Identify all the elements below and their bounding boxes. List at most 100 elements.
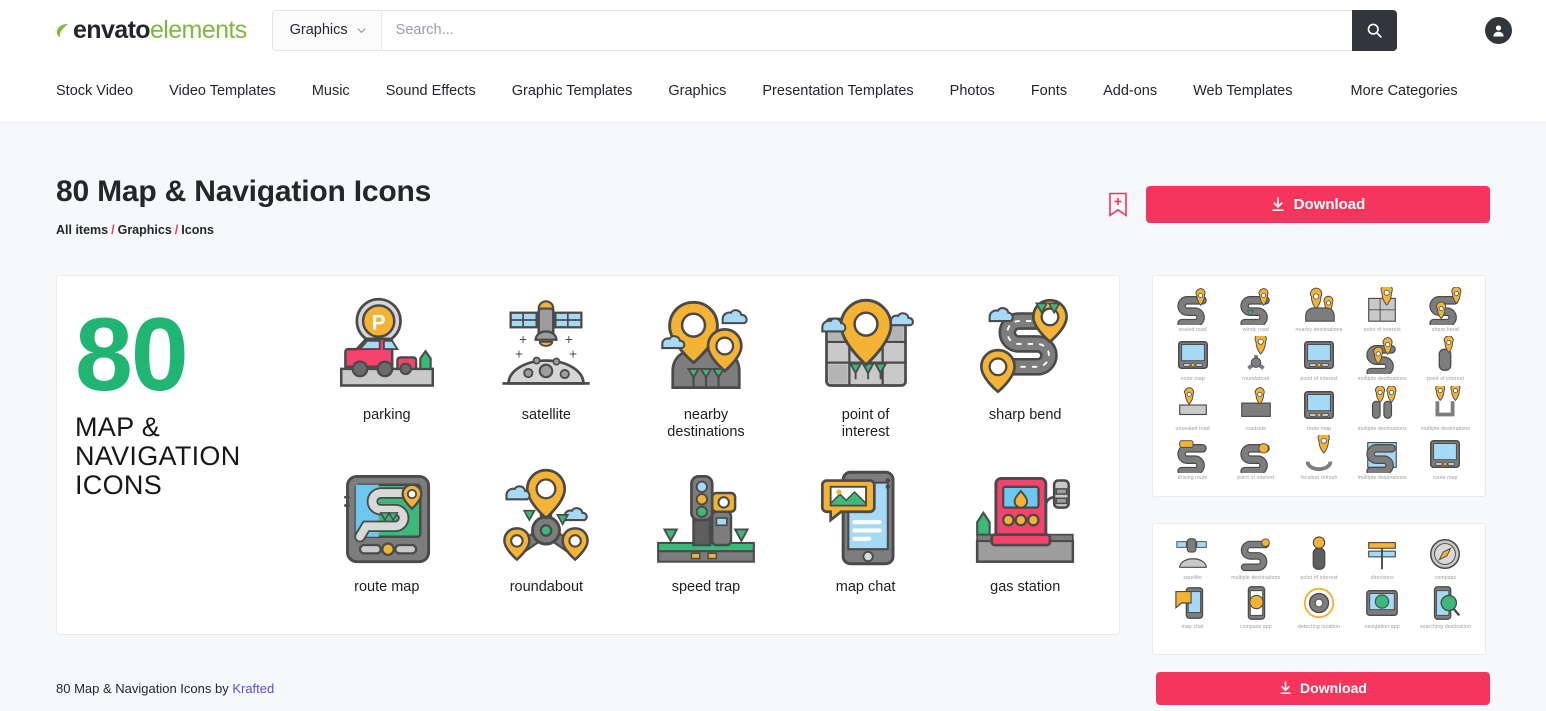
thumbnail-icon: [1174, 534, 1212, 574]
nav-item-web-templates[interactable]: Web Templates: [1193, 83, 1292, 99]
thumbnail-label: point of interest: [1300, 376, 1338, 382]
thumbnail-label: compass app: [1239, 624, 1272, 630]
icon-label: satellite: [521, 406, 571, 423]
thumbnail-icon: [1300, 335, 1338, 375]
thumbnail-cell: point of interest: [1414, 335, 1477, 383]
speed-trap-icon: [654, 462, 758, 574]
main-preview-card[interactable]: 80 MAP & NAVIGATION ICONS P parking + + …: [56, 274, 1120, 635]
roundabout-icon: [494, 462, 598, 574]
nav-item-stock-video[interactable]: Stock Video: [56, 83, 133, 99]
thumbnail-cell: sealed road: [1161, 286, 1224, 334]
thumbnail-cell: driving route: [1161, 434, 1224, 482]
thumbnail-icon: [1363, 286, 1401, 326]
thumbnail-icon: [1300, 434, 1338, 474]
preview-icon-grid: P parking + + + + satellite nearby desti…: [307, 276, 1119, 634]
search-input[interactable]: [380, 9, 1352, 51]
breadcrumb-graphics[interactable]: Graphics: [118, 223, 172, 237]
thumbnail-label: multiple destinations: [1357, 376, 1407, 382]
nav-item-more-categories[interactable]: More Categories: [1351, 83, 1458, 99]
search-bar: Graphics: [271, 9, 1397, 51]
hero-subtitle: MAP & NAVIGATION ICONS: [75, 411, 241, 501]
breadcrumb-icons[interactable]: Icons: [181, 223, 214, 237]
thumbnail-cell: directions: [1351, 534, 1414, 582]
svg-text:P: P: [372, 311, 386, 334]
thumbnail-label: location refresh: [1300, 475, 1338, 481]
svg-text:+: +: [569, 346, 577, 361]
logo-brand: envato: [73, 15, 151, 44]
thumbnail-label: windy road: [1242, 326, 1269, 333]
thumbnail-label: route map: [1306, 425, 1332, 432]
account-menu[interactable]: [1455, 16, 1512, 44]
thumbnail-grid-2: satellite multiple destinations point of…: [1153, 524, 1485, 631]
bookmark-button[interactable]: [1107, 191, 1129, 219]
thumbnail-cell: compass: [1414, 534, 1477, 582]
chevron-down-icon: [357, 27, 366, 33]
thumbnail-column: sealed road windy road nearby destinatio…: [1152, 274, 1486, 655]
thumbnail-icon: [1174, 385, 1212, 425]
thumbnail-icon: [1426, 335, 1464, 375]
thumbnail-label: directions: [1370, 574, 1394, 581]
thumbnail-icon: [1426, 434, 1464, 474]
breadcrumb-all-items[interactable]: All items: [56, 223, 108, 237]
thumbnail-icon: [1174, 335, 1212, 375]
thumbnail-label: multiple destinations: [1420, 425, 1470, 432]
thumbnail-label: point of interest: [1426, 376, 1464, 382]
thumbnail-icon: [1363, 583, 1401, 623]
thumbnail-label: point of interest: [1237, 475, 1275, 481]
svg-text:+: +: [520, 331, 528, 346]
thumbnail-icon: [1237, 286, 1275, 326]
download-button[interactable]: Download: [1146, 186, 1490, 223]
gas-station-icon: [973, 462, 1077, 574]
thumbnail-label: map chat: [1181, 624, 1204, 630]
thumbnail-icon: [1237, 385, 1275, 425]
attribution: 80 Map & Navigation Icons by Krafted: [56, 681, 274, 696]
nav-item-graphic-templates[interactable]: Graphic Templates: [512, 83, 633, 99]
breadcrumb-separator: /: [174, 222, 179, 237]
thumbnail-cell: multiple destinations: [1224, 534, 1287, 582]
nav-item-graphics[interactable]: Graphics: [668, 83, 726, 99]
thumbnail-icon: [1237, 335, 1275, 375]
thumbnail-cell: point of interest: [1287, 335, 1350, 383]
thumbnail-label: detecting location: [1297, 624, 1341, 630]
category-nav: Stock Video Video Templates Music Sound …: [0, 60, 1546, 123]
nav-item-photos[interactable]: Photos: [950, 83, 995, 99]
thumbnail-label: multiple destinations: [1357, 475, 1407, 481]
envato-elements-logo[interactable]: envato elements: [56, 16, 247, 45]
thumbnail-cell: unsealed road: [1161, 385, 1224, 433]
nav-item-music[interactable]: Music: [312, 83, 350, 99]
nav-item-fonts[interactable]: Fonts: [1031, 83, 1067, 99]
thumbnail-label: roundabout: [1242, 376, 1270, 382]
sharp-bend-icon: [973, 290, 1077, 402]
thumbnail-label: searching destination: [1419, 624, 1471, 630]
thumbnail-icon: [1363, 434, 1401, 474]
thumbnail-icon: [1426, 534, 1464, 574]
preview-thumbnail-2[interactable]: satellite multiple destinations point of…: [1152, 522, 1486, 655]
thumbnail-cell: location refresh: [1287, 434, 1350, 482]
search-button[interactable]: [1351, 9, 1397, 51]
thumbnail-icon: [1300, 385, 1338, 425]
thumbnail-cell: detecting location: [1287, 583, 1350, 631]
thumbnail-icon: [1174, 434, 1212, 474]
nav-item-presentation-templates[interactable]: Presentation Templates: [762, 83, 913, 99]
download-button-label: Download: [1293, 196, 1366, 213]
thumbnail-cell: point of interest: [1351, 286, 1414, 334]
nav-item-add-ons[interactable]: Add-ons: [1103, 83, 1157, 99]
thumbnail-label: multiple destinations: [1357, 425, 1407, 432]
thumbnail-icon: [1363, 534, 1401, 574]
nav-item-video-templates[interactable]: Video Templates: [169, 83, 276, 99]
thumbnail-icon: [1426, 385, 1464, 425]
preview-icon-sharp-bend: sharp bend: [945, 290, 1105, 462]
preview-thumbnail-1[interactable]: sealed road windy road nearby destinatio…: [1152, 274, 1486, 497]
svg-text:+: +: [515, 346, 523, 361]
icon-label: sharp bend: [988, 406, 1062, 423]
preview-icon-point-of-interest: point of interest: [786, 290, 946, 462]
icon-label: speed trap: [671, 578, 741, 595]
nav-item-sound-effects[interactable]: Sound Effects: [386, 83, 476, 99]
attribution-text: 80 Map & Navigation Icons by: [56, 680, 233, 696]
thumbnail-label: point of interest: [1363, 326, 1401, 333]
author-link[interactable]: Krafted: [232, 681, 274, 696]
category-select[interactable]: Graphics: [271, 9, 381, 51]
thumbnail-grid-1: sealed road windy road nearby destinatio…: [1153, 276, 1485, 482]
thumbnail-cell: multiple destinations: [1351, 434, 1414, 482]
download-button-bottom[interactable]: Download: [1156, 671, 1490, 705]
